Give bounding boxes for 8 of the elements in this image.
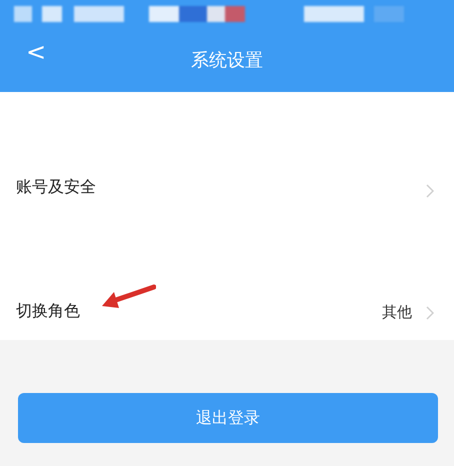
settings-row[interactable]: 切换角色 其他 — [0, 216, 454, 340]
setting-label: 切换角色 — [16, 301, 80, 322]
page-title: 系统设置 — [191, 49, 263, 72]
chevron-right-icon — [426, 184, 434, 198]
setting-value: 其他 — [382, 303, 412, 322]
chevron-right-icon — [426, 306, 434, 320]
setting-label: 账号及安全 — [16, 177, 96, 198]
settings-row[interactable]: 账号及安全 — [0, 92, 454, 216]
